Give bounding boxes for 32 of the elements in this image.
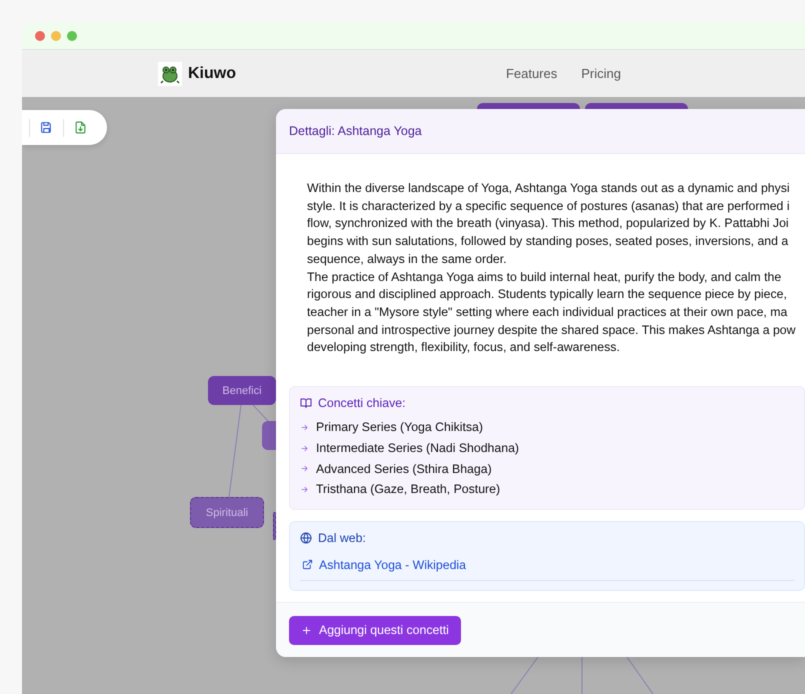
- nav-link[interactable]: Features: [506, 66, 558, 81]
- brand-name[interactable]: Kiuwo: [188, 64, 236, 82]
- arrow-icon: [300, 422, 309, 432]
- nav-link[interactable]: Pricing: [581, 66, 621, 81]
- arrow-icon: [300, 464, 309, 474]
- save-icon[interactable]: [40, 121, 53, 134]
- concept-item: Primary Series (Yoga Chikitsa): [316, 420, 483, 434]
- external-link-icon: [302, 559, 313, 570]
- web-link[interactable]: Ashtanga Yoga - Wikipedia: [319, 558, 466, 572]
- file-download-icon[interactable]: [74, 121, 87, 134]
- description-paragraph: The practice of Ashtanga Yoga aims to build internal heat, purify the body, and calm the rigorous and disciplined approach. Students typically learn the sequence piece by piece, teacher in a "Mysore style" setting where each individual practices at their own pace, ma personal and introspective journey despite the shared space. This makes Ashtanga a pow developing strength, flexibility, focus, and self-awareness.: [307, 268, 797, 356]
- panel-title: Dettagli: Ashtanga Yoga: [289, 124, 422, 138]
- book-icon: [300, 397, 312, 410]
- concept-item: Tristhana (Gaze, Breath, Posture): [316, 482, 500, 496]
- description-paragraph: Within the diverse landscape of Yoga, Ashtanga Yoga stands out as a dynamic and physi style. It is characterized by a specific sequence of postures (asanas) that are performed i flow, synchronized with the breath (vinyasa). This method, popularized by K. Pattabhi Joi begins with sun salutations, followed by standing poses, seated poses, inversions, and a sequence, always in the same order.: [307, 180, 791, 268]
- edge-line: [510, 656, 538, 694]
- edge-line: [252, 404, 268, 422]
- frog-logo-icon: [158, 62, 182, 86]
- add-concepts-button[interactable]: Aggiungi questi concetti: [289, 616, 461, 644]
- web-heading: Dal web:: [318, 530, 366, 545]
- concept-item: Advanced Series (Sthira Bhaga): [316, 462, 492, 476]
- globe-icon: [300, 532, 312, 544]
- maximize-dot-icon[interactable]: [67, 30, 77, 40]
- arrow-icon: [300, 484, 309, 494]
- minimize-dot-icon[interactable]: [51, 30, 61, 40]
- close-dot-icon[interactable]: [35, 30, 45, 40]
- concept-item: Intermediate Series (Nadi Shodhana): [316, 441, 520, 456]
- plus-icon: [301, 624, 312, 636]
- arrow-icon: [300, 444, 309, 453]
- concepts-heading: Concetti chiave:: [318, 396, 406, 410]
- graph-node[interactable]: Benefici: [208, 376, 276, 405]
- edge-line: [626, 656, 654, 694]
